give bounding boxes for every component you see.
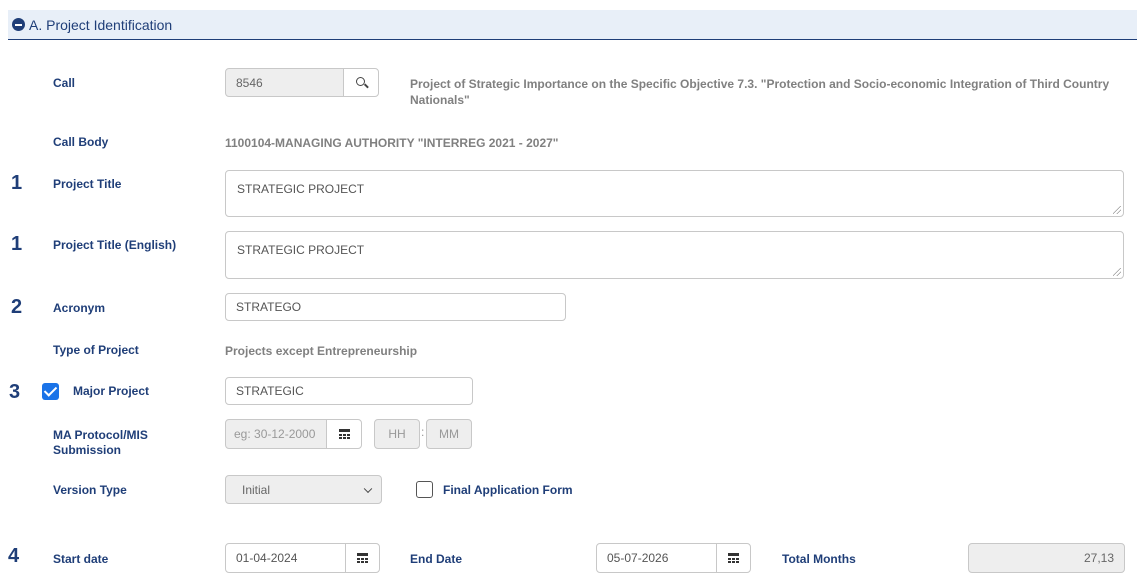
call-code-field: 8546 — [225, 68, 344, 97]
final-application-form-checkbox[interactable] — [416, 481, 433, 498]
calendar-icon — [338, 429, 350, 439]
end-date-input[interactable]: 05-07-2026 — [596, 543, 717, 573]
total-months-field: 27,13 — [968, 543, 1125, 573]
ma-protocol-label-line2: Submission — [53, 443, 122, 457]
ma-protocol-date-input[interactable]: eg: 30-12-2000 — [225, 419, 327, 449]
call-search-button[interactable] — [343, 68, 379, 97]
end-date-label: End Date — [410, 552, 463, 566]
step-marker-1: 1 — [11, 172, 23, 194]
end-date-calendar-button[interactable] — [716, 543, 751, 573]
project-title-en-value: STRATEGIC PROJECT — [237, 243, 365, 257]
resize-grip-icon[interactable] — [1113, 268, 1121, 276]
final-application-form-label: Final Application Form — [443, 483, 573, 497]
project-title-label: Project Title — [53, 177, 122, 191]
acronym-input[interactable]: STRATEGO — [225, 293, 566, 321]
resize-grip-icon[interactable] — [1113, 206, 1121, 214]
section-title: A. Project Identification — [29, 16, 173, 33]
section-header[interactable]: A. Project Identification — [8, 10, 1137, 40]
major-project-label: Major Project — [73, 384, 150, 398]
version-type-label: Version Type — [53, 483, 127, 497]
ma-protocol-label: MA Protocol/MIS Submission — [53, 428, 148, 458]
ma-protocol-label-line1: MA Protocol/MIS — [53, 428, 148, 442]
total-months-label: Total Months — [782, 552, 856, 566]
project-title-en-input[interactable]: STRATEGIC PROJECT — [225, 231, 1124, 279]
calendar-icon — [728, 553, 739, 563]
call-description: Project of Strategic Importance on the S… — [410, 77, 1110, 107]
project-title-value: STRATEGIC PROJECT — [237, 182, 365, 196]
step-marker-1b: 1 — [11, 233, 23, 255]
step-marker-3: 3 — [9, 381, 21, 403]
call-body-label: Call Body — [53, 135, 109, 149]
call-label: Call — [53, 76, 76, 90]
collapse-icon[interactable] — [12, 18, 25, 31]
major-project-checkbox[interactable] — [42, 383, 59, 400]
version-type-select[interactable]: Initial — [225, 475, 382, 504]
chevron-down-icon — [363, 484, 373, 493]
call-body-value: 1100104-MANAGING AUTHORITY "INTERREG 202… — [225, 136, 559, 150]
acronym-label: Acronym — [53, 301, 106, 315]
start-date-input[interactable]: 01-04-2024 — [225, 543, 346, 573]
start-date-calendar-button[interactable] — [345, 543, 380, 573]
ma-protocol-calendar-button[interactable] — [326, 419, 362, 449]
time-separator: : — [421, 425, 425, 439]
version-type-selected: Initial — [242, 482, 271, 497]
step-marker-4: 4 — [8, 545, 20, 567]
start-date-label: Start date — [53, 552, 109, 566]
type-of-project-value: Projects except Entrepreneurship — [225, 344, 418, 358]
project-title-en-label: Project Title (English) — [53, 238, 177, 252]
minute-input[interactable]: MM — [426, 419, 472, 449]
step-marker-2: 2 — [11, 296, 23, 318]
calendar-icon — [357, 553, 368, 563]
type-of-project-label: Type of Project — [53, 343, 139, 357]
search-icon — [355, 77, 365, 86]
major-project-input[interactable]: STRATEGIC — [225, 377, 473, 405]
hour-input[interactable]: HH — [374, 419, 420, 449]
project-title-input[interactable]: STRATEGIC PROJECT — [225, 170, 1124, 217]
